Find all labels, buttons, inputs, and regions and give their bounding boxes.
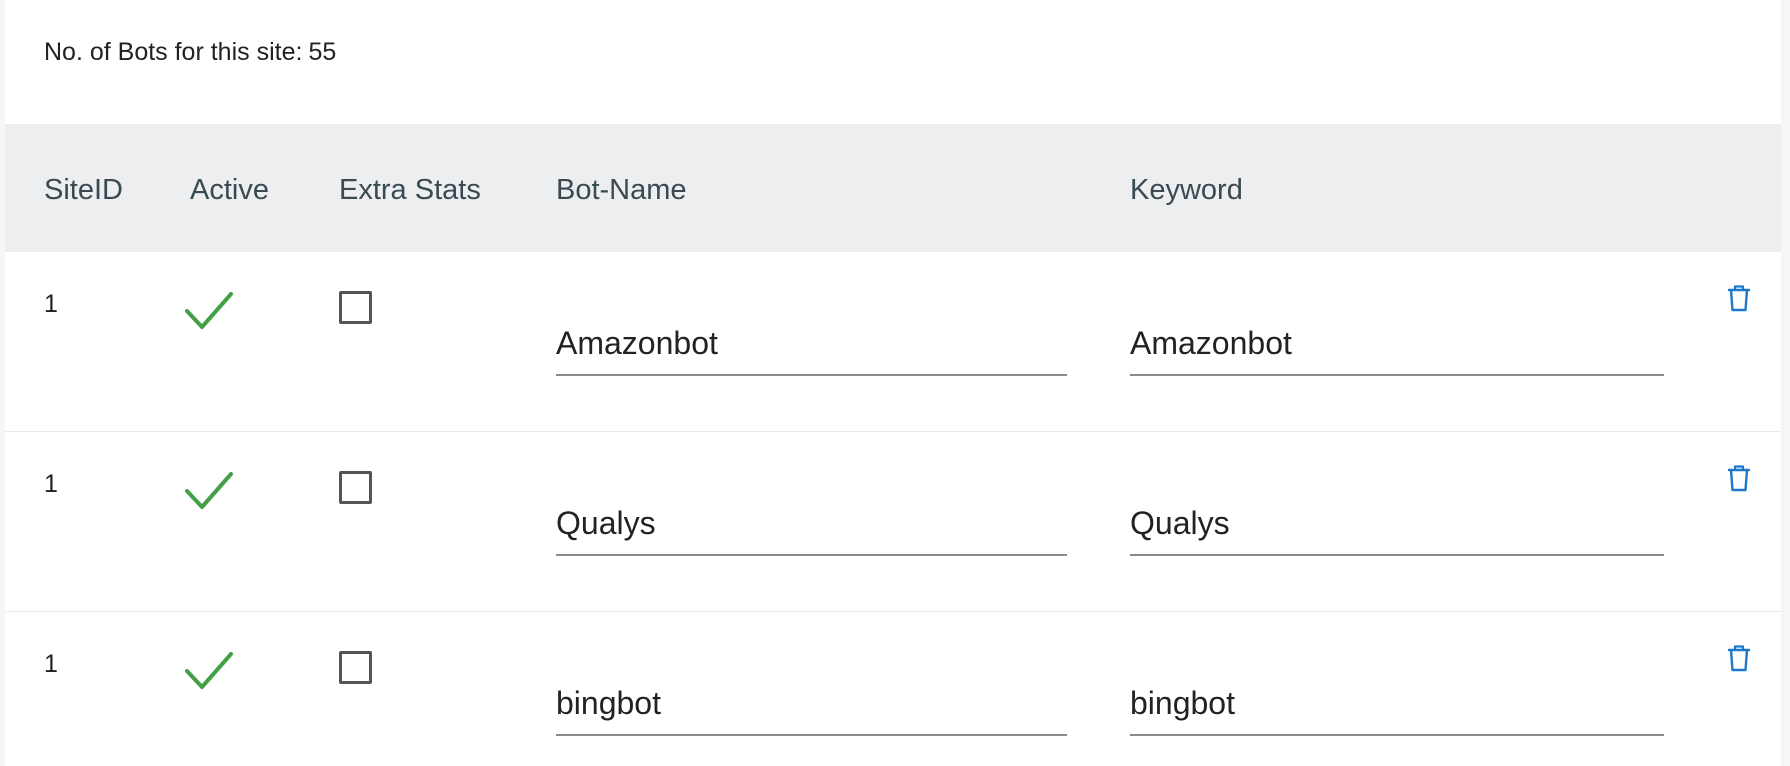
trash-icon[interactable] <box>1726 464 1752 492</box>
column-header-active: Active <box>190 174 269 206</box>
extra-stats-checkbox[interactable] <box>339 471 372 504</box>
check-icon <box>185 652 233 689</box>
bot-name-field[interactable] <box>556 672 1067 736</box>
keyword-field[interactable] <box>1130 312 1664 376</box>
bot-count-value: 55 <box>308 38 337 66</box>
check-icon <box>185 472 233 509</box>
extra-stats-checkbox[interactable] <box>339 651 372 684</box>
column-header-siteid: SiteID <box>44 174 123 206</box>
bot-name-field[interactable] <box>556 492 1067 556</box>
table-row: 1 <box>5 252 1781 432</box>
keyword-field[interactable] <box>1130 672 1664 736</box>
bot-count-summary: No. of Bots for this site: 55 <box>44 38 336 67</box>
site-id-cell: 1 <box>44 470 58 498</box>
site-id-cell: 1 <box>44 290 58 318</box>
trash-icon[interactable] <box>1726 284 1752 312</box>
column-header-extra-stats: Extra Stats <box>339 174 481 206</box>
bot-name-field[interactable] <box>556 312 1067 376</box>
column-header-bot-name: Bot-Name <box>556 174 687 206</box>
table-row: 1 <box>5 432 1781 612</box>
check-icon <box>185 292 233 329</box>
keyword-field[interactable] <box>1130 492 1664 556</box>
bot-count-label: No. of Bots for this site: <box>44 38 303 66</box>
site-id-cell: 1 <box>44 650 58 678</box>
table-header: SiteID Active Extra Stats Bot-Name Keywo… <box>5 124 1781 252</box>
table-row: 1 <box>5 612 1781 766</box>
column-header-keyword: Keyword <box>1130 174 1243 206</box>
extra-stats-checkbox[interactable] <box>339 291 372 324</box>
bots-panel: No. of Bots for this site: 55 SiteID Acti… <box>5 0 1781 766</box>
trash-icon[interactable] <box>1726 644 1752 672</box>
